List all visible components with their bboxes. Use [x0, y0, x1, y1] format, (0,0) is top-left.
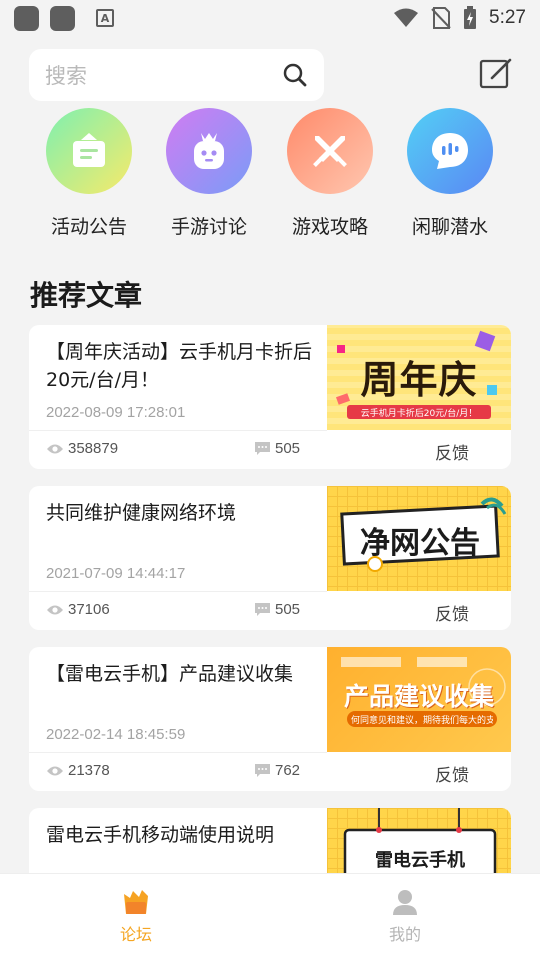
eye-icon: [47, 766, 63, 775]
game-mascot-icon: [166, 108, 252, 194]
article-thumbnail[interactable]: 周年庆 云手机月卡折后20元/台/月！: [327, 325, 511, 430]
search-placeholder: 搜索: [45, 64, 87, 88]
article-date: 2021-07-09 14:44:17: [46, 565, 186, 582]
view-count-value: 21378: [68, 762, 110, 779]
comment-count-value: 505: [275, 440, 301, 457]
category-label: 手游讨论: [170, 216, 247, 238]
comment-count[interactable]: 762: [254, 762, 300, 779]
article-title[interactable]: 【周年庆活动】云手机月卡折后20元/台/月！: [46, 338, 321, 394]
app-notification-icon: [14, 5, 39, 31]
category-label: 闲聊潜水: [411, 216, 488, 238]
category-label: 游戏攻略: [291, 216, 368, 238]
forum-icon: [124, 890, 148, 914]
view-count-value: 37106: [68, 601, 110, 618]
thumb-headline: 净网公告: [360, 526, 480, 561]
crossed-swords-icon: [287, 108, 373, 194]
tab-label: 我的: [388, 925, 421, 944]
chat-bubble-icon: [407, 108, 493, 194]
article-card[interactable]: 【雷电云手机】产品建议收集 2022-02-14 18:45:59 产品建议收集…: [29, 647, 511, 791]
announcement-icon: [46, 108, 132, 194]
comment-count[interactable]: 505: [254, 440, 300, 457]
article-thumbnail[interactable]: 净网公告: [327, 486, 511, 591]
tab-forum[interactable]: 论坛: [86, 888, 186, 945]
thumb-headline: 产品建议收集: [343, 682, 494, 711]
comment-count[interactable]: 505: [254, 601, 300, 618]
feedback-button[interactable]: 反馈: [435, 439, 469, 464]
comment-icon: [255, 603, 270, 616]
article-thumbnail[interactable]: 产品建议收集 何同意见和建议，期待我们每大的支持: [327, 647, 511, 752]
article-footer: 37106 505 反馈: [29, 592, 511, 630]
thumb-subtitle: 何同意见和建议，期待我们每大的支持: [351, 716, 493, 726]
app-notification-icon: [50, 5, 75, 31]
article-title[interactable]: 雷电云手机移动端使用说明: [46, 821, 321, 849]
thumb-headline: 雷电云手机: [375, 850, 465, 871]
view-count: 37106: [46, 601, 110, 618]
status-bar: A 5:27: [0, 0, 540, 36]
search-input[interactable]: 搜索: [29, 49, 324, 101]
comment-icon: [255, 442, 270, 455]
category-game-guides[interactable]: 游戏攻略: [270, 108, 390, 239]
thumb-subtitle: 云手机月卡折后20元/台/月！: [360, 409, 478, 419]
category-game-discussion[interactable]: 手游讨论: [149, 108, 269, 239]
category-chat[interactable]: 闲聊潜水: [390, 108, 510, 239]
article-title[interactable]: 共同维护健康网络环境: [46, 499, 321, 527]
compose-icon[interactable]: [479, 57, 513, 91]
bottom-navigation: 论坛 我的: [0, 873, 540, 960]
eye-icon: [47, 444, 63, 453]
view-count: 21378: [46, 762, 110, 779]
search-icon[interactable]: [282, 62, 308, 88]
tab-label: 论坛: [119, 925, 152, 944]
section-title: 推荐文章: [30, 279, 143, 312]
article-date: 2022-08-09 17:28:01: [46, 404, 186, 421]
tab-profile[interactable]: 我的: [355, 888, 455, 945]
article-date: 2022-02-14 18:45:59: [46, 726, 186, 743]
view-count: 358879: [46, 440, 118, 457]
category-label: 活动公告: [50, 216, 127, 238]
no-sim-icon: [431, 7, 451, 29]
comment-icon: [255, 764, 270, 777]
category-grid: 活动公告 手游讨论 游戏攻略 闲聊潜水: [0, 108, 540, 248]
profile-icon: [393, 890, 417, 915]
comment-count-value: 505: [275, 601, 301, 618]
category-announcements[interactable]: 活动公告: [29, 108, 149, 239]
keyboard-icon: A: [96, 9, 114, 27]
view-count-value: 358879: [68, 440, 119, 457]
eye-icon: [47, 605, 63, 614]
article-card[interactable]: 【周年庆活动】云手机月卡折后20元/台/月！ 2022-08-09 17:28:…: [29, 325, 511, 469]
article-footer: 21378 762 反馈: [29, 753, 511, 791]
clock: 5:27: [489, 7, 526, 28]
article-footer: 358879 505 反馈: [29, 431, 511, 469]
wifi-icon: [394, 8, 419, 27]
article-title[interactable]: 【雷电云手机】产品建议收集: [46, 660, 321, 688]
feedback-button[interactable]: 反馈: [435, 600, 469, 625]
comment-count-value: 762: [275, 762, 301, 779]
article-card[interactable]: 共同维护健康网络环境 2021-07-09 14:44:17 净网公告 3710…: [29, 486, 511, 630]
thumb-headline: 周年庆: [360, 358, 478, 402]
feedback-button[interactable]: 反馈: [435, 761, 469, 786]
battery-charging-icon: [464, 6, 477, 29]
